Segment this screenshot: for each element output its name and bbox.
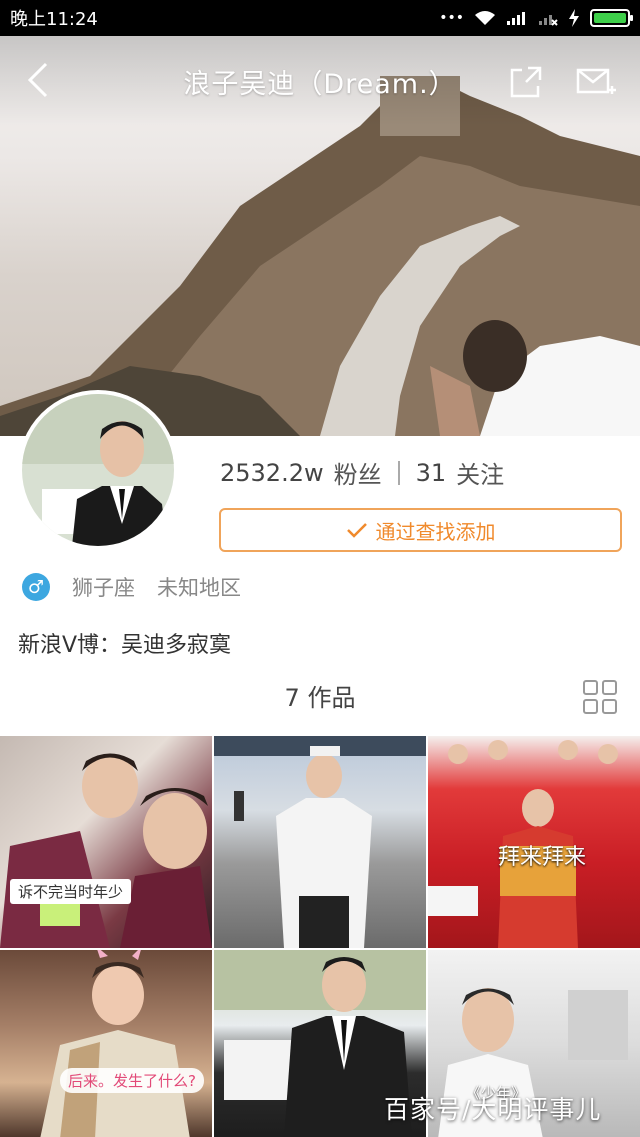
thumbnail-caption: 后来。发生了什么? xyxy=(60,1068,204,1093)
top-nav: 浪子吴迪（Dream.） xyxy=(0,36,640,126)
back-button[interactable] xyxy=(22,60,58,100)
thumbnail-art xyxy=(40,950,190,1137)
fans-label[interactable]: 粉丝 xyxy=(334,455,382,490)
verify-info: 新浪V博：吴迪多寂寞 xyxy=(18,633,232,658)
battery-icon xyxy=(590,9,633,27)
follow-stats: 2532.2w 粉丝 31 关注 xyxy=(220,455,504,490)
thumbnail-caption: 诉不完当时年少 xyxy=(10,879,132,904)
work-thumbnail[interactable]: 诉不完当时年少 xyxy=(0,736,212,948)
signal-icon xyxy=(507,12,525,25)
share-button[interactable] xyxy=(508,64,544,100)
grid-view-icon[interactable] xyxy=(583,680,617,714)
grid-cell xyxy=(583,699,598,714)
work-thumbnail[interactable]: 拜来拜来 xyxy=(428,736,640,948)
works-count: 7 作品 xyxy=(284,684,356,712)
message-button[interactable] xyxy=(576,66,616,100)
watermark: 百家号/大明评事儿 xyxy=(384,1095,602,1124)
stats-divider xyxy=(397,460,400,485)
thumbnail-art xyxy=(214,736,426,948)
more-dots-icon: ••• xyxy=(439,10,464,26)
grid-cell xyxy=(602,699,617,714)
status-bar: 晚上11:24 ••• xyxy=(0,0,640,36)
works-grid: 诉不完当时年少 拜来拜来 后来。发生了什么? 《少年》 xyxy=(0,736,640,1137)
work-thumbnail[interactable] xyxy=(214,736,426,948)
add-via-search-button[interactable]: 通过查找添加 xyxy=(219,508,622,552)
follow-count[interactable]: 31 xyxy=(416,459,447,487)
checkmark-icon xyxy=(346,523,367,538)
grid-cell xyxy=(583,680,598,695)
zodiac-label: 狮子座 xyxy=(72,576,135,600)
battery-fill xyxy=(594,13,626,23)
fans-count[interactable]: 2532.2w xyxy=(220,459,324,487)
follow-label[interactable]: 关注 xyxy=(456,455,504,490)
no-signal-icon xyxy=(539,15,558,26)
avatar-photo xyxy=(22,394,174,546)
grid-cell xyxy=(602,680,617,695)
profile-info-row: ♂ 狮子座 未知地区 xyxy=(22,572,241,602)
page-title: 浪子吴迪（Dream.） xyxy=(183,69,457,100)
thumbnail-art xyxy=(0,753,212,948)
location-label: 未知地区 xyxy=(157,576,241,600)
status-icons: ••• xyxy=(439,9,633,27)
work-thumbnail[interactable]: 后来。发生了什么? xyxy=(0,950,212,1137)
male-gender-icon: ♂ xyxy=(22,573,50,601)
charging-icon xyxy=(569,9,579,27)
status-time: 晚上11:24 xyxy=(10,9,98,30)
add-button-label: 通过查找添加 xyxy=(375,519,496,544)
wifi-icon xyxy=(475,11,495,25)
avatar[interactable] xyxy=(18,390,178,550)
thumbnail-caption: 拜来拜来 xyxy=(498,845,587,870)
